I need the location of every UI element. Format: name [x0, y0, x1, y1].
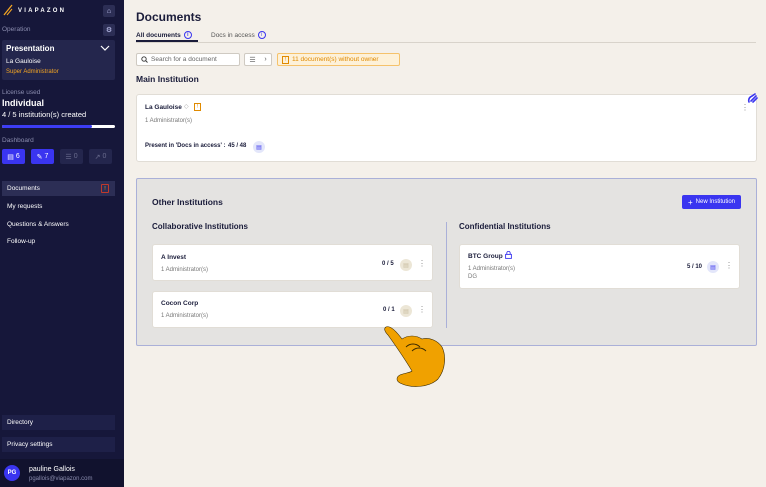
tab-label: All documents — [136, 31, 181, 39]
owner-warning-button[interactable]: ! 11 document(s) without owner — [277, 53, 400, 66]
dashboard-requests-count: 7 — [44, 153, 49, 160]
dashboard-followup-button[interactable]: ↗ 0 — [89, 149, 112, 164]
sidebar-item-documents[interactable]: Documents ! — [2, 181, 115, 196]
sidebar: VIAPAZON ⌂ Operation ⚙ Presentation La G… — [0, 0, 124, 487]
lock-icon — [505, 251, 512, 259]
document-icon[interactable]: ▤ — [707, 261, 719, 273]
document-count: 0 / 1 — [383, 307, 395, 313]
filter-button[interactable]: ☰ › — [244, 53, 272, 66]
sidebar-item-label: Follow-up — [7, 238, 36, 245]
info-icon[interactable]: i — [183, 31, 192, 39]
chevron-right-icon: › — [264, 56, 267, 63]
user-email: pgallois@viapazon.com — [29, 476, 93, 482]
section-divider — [446, 222, 447, 328]
document-icon[interactable]: ▤ — [253, 141, 265, 153]
access-count: 45 / 48 — [228, 143, 247, 149]
page-title: Documents — [136, 10, 202, 24]
dashboard-documents-count: 6 — [15, 153, 20, 160]
license-progress-fill — [2, 125, 93, 128]
avatar[interactable]: PG — [4, 465, 20, 481]
main-content: Documents All documents i Docs in access… — [124, 0, 766, 487]
institution-name: La Gauloise — [145, 104, 182, 111]
institution-admins: 1 Administrator(s) — [145, 118, 193, 124]
document-count: 5 / 10 — [687, 264, 703, 270]
search-icon — [141, 56, 148, 63]
confidential-heading: Confidential Institutions — [459, 222, 551, 231]
plus-icon: + — [687, 197, 693, 207]
access-label: Present in 'Docs in access' : — [145, 143, 226, 149]
alert-badge: ! — [101, 184, 109, 193]
home-icon: ⌂ — [106, 7, 112, 15]
chart-icon: ↗ — [94, 153, 101, 161]
sidebar-item-privacy[interactable]: Privacy settings — [2, 437, 115, 452]
dashboard-qa-button[interactable]: ☰ 0 — [60, 149, 83, 164]
home-button[interactable]: ⌂ — [103, 5, 115, 17]
main-institution-card[interactable] — [136, 94, 757, 162]
owner-warning-text: 11 document(s) without owner — [292, 56, 379, 63]
dashboard-requests-button[interactable]: ✎ 7 — [31, 149, 54, 164]
sidebar-item-label: Documents — [7, 185, 40, 192]
tab-all-documents[interactable]: All documents i — [136, 31, 192, 39]
license-type: Individual — [2, 98, 45, 108]
pointing-hand-icon — [384, 326, 445, 387]
more-options-icon[interactable]: ⋮ — [741, 104, 749, 112]
tab-docs-in-access[interactable]: Docs in access i — [211, 31, 266, 39]
license-label: License used — [2, 89, 41, 96]
list-icon: ☰ — [65, 153, 72, 161]
org-role: Super Administrator — [6, 69, 59, 75]
dashboard-label: Dashboard — [2, 137, 34, 144]
user-name: pauline Gallois — [29, 466, 75, 473]
sidebar-item-label: Privacy settings — [7, 441, 53, 448]
dashboard-followup-count: 0 — [102, 153, 107, 160]
search-placeholder: Search for a document — [151, 56, 217, 63]
document-icon[interactable]: ▤ — [400, 305, 412, 317]
sidebar-item-label: My requests — [7, 203, 43, 210]
info-icon[interactable]: i — [257, 31, 266, 39]
dashboard-documents-button[interactable]: ▤ 6 — [2, 149, 25, 164]
new-institution-label: New Institution — [695, 199, 736, 205]
org-title: Presentation — [6, 44, 55, 53]
search-input[interactable]: Search for a document — [136, 53, 240, 66]
filter-icon: ☰ — [249, 56, 256, 64]
sidebar-item-follow-up[interactable]: Follow-up — [2, 234, 115, 249]
other-institutions-heading: Other Institutions — [152, 197, 223, 207]
more-options-icon[interactable]: ⋮ — [418, 306, 426, 314]
institution-admins: 1 Administrator(s) — [161, 267, 209, 273]
more-options-icon[interactable]: ⋮ — [725, 262, 733, 270]
tabs-divider — [136, 42, 756, 43]
hand-wave-icon — [747, 93, 758, 103]
collaborative-heading: Collaborative Institutions — [152, 222, 249, 231]
sidebar-item-questions[interactable]: Questions & Answers — [2, 217, 115, 232]
logo-mark-icon — [3, 4, 13, 16]
section-label: Operation — [2, 26, 31, 33]
institution-name: BTC Group — [468, 253, 503, 260]
sidebar-item-label: Questions & Answers — [7, 221, 69, 228]
warning-icon: ! — [282, 55, 289, 64]
institution-admins: 1 Administrator(s) — [468, 266, 516, 272]
warning-icon: ! — [194, 103, 201, 111]
new-institution-button[interactable]: + New Institution — [682, 195, 741, 209]
logo-text: VIAPAZON — [18, 8, 67, 14]
org-name: La Gauloise — [6, 58, 41, 65]
sidebar-item-my-requests[interactable]: My requests — [2, 199, 115, 214]
license-count: 4 / 5 institution(s) created — [2, 110, 87, 119]
document-icon: ▤ — [7, 153, 14, 161]
sidebar-item-label: Directory — [7, 419, 34, 426]
sidebar-item-directory[interactable]: Directory — [2, 415, 115, 430]
chevron-down-icon[interactable] — [100, 45, 110, 51]
tab-label: Docs in access — [211, 31, 255, 39]
document-count: 0 / 5 — [382, 261, 394, 267]
shield-icon: ◇ — [184, 104, 189, 110]
institution-extra: DG — [468, 274, 477, 280]
document-icon[interactable]: ▤ — [400, 259, 412, 271]
main-institution-heading: Main Institution — [136, 74, 199, 84]
settings-button[interactable]: ⚙ — [103, 24, 115, 36]
gear-icon: ⚙ — [105, 27, 113, 34]
pencil-icon: ✎ — [36, 153, 43, 161]
institution-name: Cocon Corp — [161, 300, 199, 307]
institution-name: A Invest — [161, 254, 187, 261]
institution-admins: 1 Administrator(s) — [161, 313, 209, 319]
dashboard-qa-count: 0 — [73, 153, 78, 160]
more-options-icon[interactable]: ⋮ — [418, 260, 426, 268]
